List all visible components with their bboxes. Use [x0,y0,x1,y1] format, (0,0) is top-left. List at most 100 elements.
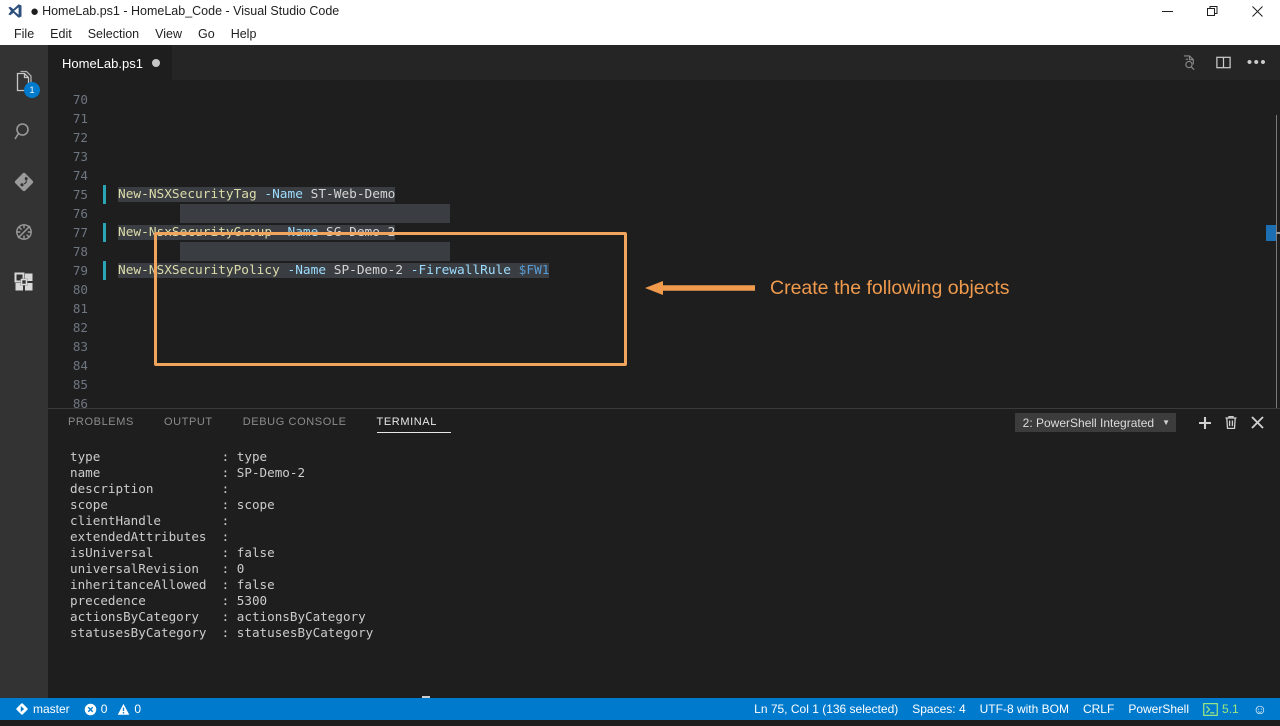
editor-actions: ••• [1178,45,1272,80]
code-line[interactable]: 86 [48,394,1280,408]
code-line[interactable]: 76 [48,204,1280,223]
window-title-text: HomeLab.ps1 - HomeLab_Code - Visual Stud… [42,4,340,18]
code-line[interactable]: 74 [48,166,1280,185]
trash-icon[interactable] [1218,412,1244,434]
tab-homelab-ps1[interactable]: HomeLab.ps1 [48,45,172,80]
code-line[interactable]: 83 [48,337,1280,356]
tab-output[interactable]: OUTPUT [164,413,227,433]
code-line[interactable]: 73 [48,147,1280,166]
line-number: 75 [72,187,88,202]
close-icon[interactable] [1235,0,1280,22]
status-language-mode[interactable]: PowerShell [1121,698,1196,720]
selection-highlight: New-NsxSecurityGroup -Name SG-Demo-2 [118,225,396,240]
terminal-line: inheritanceAllowed : false [70,577,275,592]
minimize-icon[interactable] [1145,0,1190,22]
line-number: 84 [72,358,88,373]
code-line[interactable]: 78 [48,242,1280,261]
code-editor[interactable]: 70 71 72 73 74 75 New-NSXSecurityTag -Name ST-… [48,80,1280,408]
overview-ruler-line [1276,115,1277,408]
status-branch[interactable]: master [8,698,77,720]
source-control-icon [12,170,36,194]
status-encoding[interactable]: UTF-8 with BOM [973,698,1076,720]
code-line[interactable]: 79 New-NSXSecurityPolicy -Name SP-Demo-2 … [48,261,1280,280]
sidebar-item-extensions[interactable] [0,257,48,307]
sidebar-item-source-control[interactable] [0,157,48,207]
status-bar: master 0 0 Ln 75, Col 1 (136 selected) S… [0,698,1280,720]
overview-cursor-tick [1276,232,1280,234]
terminal-select[interactable]: 2: PowerShell Integrated ▼ [1014,413,1176,432]
restore-icon[interactable] [1190,0,1235,22]
plus-icon[interactable] [1192,412,1218,434]
terminal-line: universalRevision : 0 [70,561,245,576]
code-line[interactable]: 84 [48,356,1280,375]
annotation-arrow-icon [645,279,755,301]
tab-terminal[interactable]: TERMINAL [376,413,451,433]
sidebar-item-search[interactable] [0,107,48,157]
overview-ruler[interactable] [1266,115,1280,408]
terminal-line: type : type [70,449,268,464]
close-panel-icon[interactable] [1244,412,1270,434]
code-line[interactable]: 71 [48,109,1280,128]
sidebar-item-explorer[interactable]: 1 [0,57,48,107]
status-eol[interactable]: CRLF [1076,698,1121,720]
line-number: 78 [72,244,88,259]
terminal-line: scope : scope [70,497,275,512]
code-token: -Name [264,187,311,202]
editor-tab-bar: HomeLab.ps1 ••• [48,45,1280,80]
code-line[interactable]: 77 New-NsxSecurityGroup -Name SG-Demo-2 [48,223,1280,242]
status-indentation[interactable]: Spaces: 4 [905,698,972,720]
tab-problems[interactable]: PROBLEMS [68,413,148,433]
line-decoration-marker [103,185,106,204]
tab-debug-console[interactable]: DEBUG CONSOLE [243,413,361,433]
line-number: 83 [72,339,88,354]
terminal-line: precedence : 5300 [70,593,268,608]
sidebar-item-debug[interactable] [0,207,48,257]
line-number: 71 [72,111,88,126]
dirty-indicator: ● [30,3,40,20]
split-editor-icon[interactable] [1212,52,1234,74]
status-powershell-version[interactable]: 5.1 [1196,698,1246,720]
menu-file[interactable]: File [6,25,42,43]
code-line[interactable]: 70 [48,90,1280,109]
terminal-line: clientHandle : [70,513,230,528]
status-problems[interactable]: 0 0 [77,698,148,720]
code-line[interactable]: 85 [48,375,1280,394]
code-token: SP-Demo-2 [333,263,411,278]
menu-view[interactable]: View [147,25,190,43]
menu-go[interactable]: Go [190,25,223,43]
selection-highlight: New-NSXSecurityPolicy -Name SP-Demo-2 -F… [118,263,550,278]
status-cursor-position[interactable]: Ln 75, Col 1 (136 selected) [747,698,905,720]
code-line[interactable]: 81 [48,299,1280,318]
explorer-badge: 1 [24,82,40,98]
status-feedback-smiley[interactable]: ☺ [1246,698,1274,720]
ellipsis-icon[interactable]: ••• [1246,52,1268,74]
code-token: $FW1 [518,263,550,278]
vscode-logo-icon [0,3,30,19]
selection-highlight [179,242,450,261]
line-decoration-marker [103,261,106,280]
title-bar: ● HomeLab.ps1 - HomeLab_Code - Visual Stu… [0,0,1280,23]
tab-label: HomeLab.ps1 [62,55,143,71]
line-number: 77 [72,225,88,240]
code-token: -Name [279,225,327,240]
code-token: -FirewallRule [410,263,519,278]
terminal-output[interactable]: type : type name : SP-Demo-2 description :… [48,436,1280,699]
preview-icon[interactable] [1178,52,1200,74]
code-line[interactable]: 72 [48,128,1280,147]
menu-edit[interactable]: Edit [42,25,80,43]
menu-selection[interactable]: Selection [80,25,147,43]
tab-dirty-icon[interactable] [151,59,160,67]
line-number: 86 [72,396,88,408]
terminal-console-icon [1203,702,1218,716]
code-line[interactable]: 82 [48,318,1280,337]
code-token: New-NsxSecurityGroup [118,225,280,240]
terminal-select-value: 2: PowerShell Integrated [1022,415,1155,430]
status-warning-count: 0 [134,702,142,716]
terminal-line: name : SP-Demo-2 [70,465,306,480]
extensions-icon [12,270,36,294]
code-line[interactable]: 75 New-NSXSecurityTag -Name ST-Web-Demo [48,185,1280,204]
menu-help[interactable]: Help [223,25,265,43]
panel-tab-bar: PROBLEMS OUTPUT DEBUG CONSOLE TERMINAL 2… [48,409,1280,436]
debug-icon [12,220,36,244]
terminal-line: actionsByCategory : actionsByCategory [70,609,366,624]
